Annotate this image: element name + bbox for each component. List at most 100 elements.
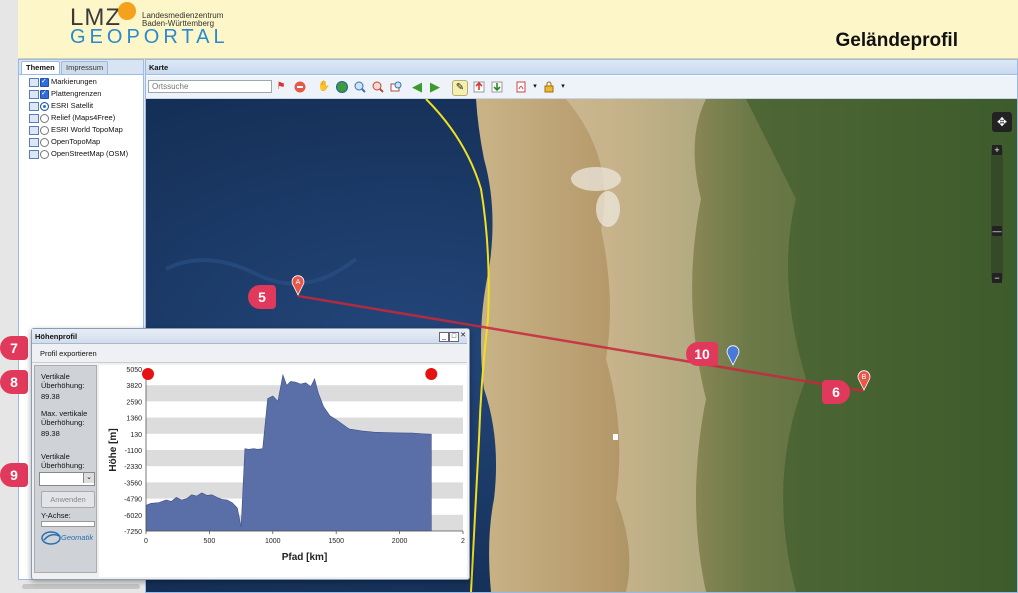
chevron-down-icon[interactable]: ⌄: [83, 473, 94, 483]
y-axis-label: Y-Achse:: [41, 511, 71, 520]
max-exaggeration-value: 89.38: [41, 429, 60, 438]
y-tick-label: -3560: [124, 480, 142, 487]
layer-checkbox[interactable]: [40, 76, 49, 88]
forward-arrow-icon[interactable]: ▶: [428, 80, 442, 94]
tab-bar: Themen Impressum: [19, 60, 143, 75]
exaggeration-input-label: Vertikale Überhöhung:: [41, 452, 85, 470]
x-tick-label: 0: [144, 538, 148, 545]
x-tick-label: 1000: [265, 538, 281, 545]
layer-radio[interactable]: [40, 149, 49, 159]
endpoint-marker-b: [425, 368, 438, 380]
minimize-icon[interactable]: _: [439, 332, 449, 342]
place-search-input[interactable]: [148, 80, 272, 93]
layer-legend-icon: [29, 149, 39, 159]
zoom-in-icon[interactable]: [353, 80, 367, 94]
svg-text:B: B: [862, 374, 867, 381]
layer-legend-icon: [29, 137, 39, 147]
lock-icon[interactable]: [542, 80, 556, 94]
download-icon[interactable]: [490, 80, 504, 94]
zoom-out-icon[interactable]: [371, 80, 385, 94]
remove-icon[interactable]: [293, 80, 307, 94]
y-tick-label: 5050: [126, 367, 142, 374]
lock-dropdown-icon[interactable]: ▾: [556, 80, 570, 94]
callout-6: 6: [822, 380, 850, 404]
window-menu-bar: Profil exportieren: [32, 345, 467, 363]
globe-icon[interactable]: [335, 80, 349, 94]
layer-legend-icon: [29, 89, 39, 99]
flag-icon[interactable]: ⚑: [274, 80, 288, 94]
y-tick-label: -6020: [124, 513, 142, 520]
geomatik-logo: Geomatik: [41, 528, 95, 552]
back-arrow-icon[interactable]: ◀: [410, 80, 424, 94]
vertical-exaggeration-label: Vertikale Überhöhung:: [41, 372, 85, 390]
y-axis-slider[interactable]: [41, 521, 95, 527]
layer-item[interactable]: Relief (Maps4Free): [29, 112, 115, 124]
zoom-slider-track[interactable]: [991, 149, 1003, 279]
endpoint-marker-a: [142, 368, 154, 380]
zoom-box-icon[interactable]: [389, 80, 403, 94]
y-tick-label: -2330: [124, 464, 142, 471]
y-tick-label: -1100: [125, 448, 142, 455]
layer-label: ESRI Satellit: [51, 101, 94, 110]
layer-label: OpenStreetMap (OSM): [51, 149, 129, 158]
y-axis-title: Höhe [m]: [108, 428, 119, 471]
close-icon[interactable]: ✕: [459, 332, 467, 340]
pdf-icon[interactable]: [514, 80, 528, 94]
layer-legend-icon: [29, 125, 39, 135]
vertical-exaggeration-value: 89.38: [41, 392, 60, 401]
layer-radio[interactable]: [40, 125, 49, 135]
pdf-dropdown-icon[interactable]: ▾: [528, 80, 542, 94]
map-panel-title: Karte: [146, 60, 1017, 75]
exaggeration-sidebar: Vertikale Überhöhung: 89.38 Max. vertika…: [34, 365, 97, 573]
layer-checkbox[interactable]: [40, 88, 49, 100]
zoom-level-handle[interactable]: —: [992, 226, 1002, 236]
layer-radio[interactable]: [40, 113, 49, 123]
layer-item[interactable]: ESRI World TopoMap: [29, 124, 123, 136]
x-axis-title: Pfad [km]: [282, 552, 328, 563]
layer-radio[interactable]: [40, 137, 49, 147]
upload-icon[interactable]: [472, 80, 486, 94]
pan-hand-icon[interactable]: ✋: [317, 80, 331, 94]
pan-control-icon[interactable]: ✥: [992, 112, 1012, 132]
layer-legend-icon: [29, 77, 39, 87]
window-title: Höhenprofil: [32, 329, 467, 344]
cursor-icon: [613, 434, 618, 440]
horizontal-scrollbar[interactable]: [22, 584, 140, 589]
y-tick-label: 130: [130, 432, 142, 439]
app-header: LMZ Landesmedienzentrum Baden-Württember…: [18, 0, 1018, 59]
callout-7: 7: [0, 336, 28, 360]
layer-item[interactable]: Plattengrenzen: [29, 88, 101, 100]
layer-item[interactable]: ESRI Satellit: [29, 100, 93, 112]
callout-9: 9: [0, 463, 28, 487]
layer-legend-icon: [29, 101, 39, 111]
layer-label: ESRI World TopoMap: [51, 125, 123, 134]
callout-8: 8: [0, 370, 28, 394]
apply-button[interactable]: Anwenden: [41, 491, 95, 508]
x-tick-label: 2: [461, 538, 465, 545]
y-tick-label: -7250: [124, 529, 142, 536]
map-toolbar: ⚑ ✋ ◀ ▶ ✎ ▾ ▾: [146, 76, 1017, 99]
x-tick-label: 1500: [328, 538, 344, 545]
layer-label: Plattengrenzen: [51, 89, 102, 98]
callout-5: 5: [248, 285, 276, 309]
layer-item[interactable]: Markierungen: [29, 76, 97, 88]
logo-sun-icon: [118, 2, 136, 20]
exaggeration-select[interactable]: ⌄: [39, 472, 95, 486]
salt-flat: [596, 191, 620, 227]
y-tick-label: 3820: [126, 383, 142, 390]
export-profile-button[interactable]: Profil exportieren: [40, 348, 97, 359]
maximize-icon[interactable]: □: [449, 332, 459, 342]
layer-item[interactable]: OpenStreetMap (OSM): [29, 148, 128, 160]
y-tick-label: 2590: [126, 399, 142, 406]
layer-item[interactable]: OpenTopoMap: [29, 136, 100, 148]
elevation-profile-window: Höhenprofil _ □ ✕ Profil exportieren Ver…: [31, 328, 470, 580]
logo-geoportal: GEOPORTAL: [70, 26, 229, 48]
layer-label: Markierungen: [51, 77, 97, 86]
layer-radio[interactable]: [40, 101, 49, 111]
zoom-plus-button[interactable]: +: [992, 145, 1002, 155]
tab-impressum[interactable]: Impressum: [61, 61, 109, 74]
page-title: Geländeprofil: [835, 30, 958, 51]
edit-profile-icon[interactable]: ✎: [452, 80, 468, 96]
zoom-minus-button[interactable]: −: [992, 273, 1002, 283]
tab-themen[interactable]: Themen: [21, 61, 60, 74]
